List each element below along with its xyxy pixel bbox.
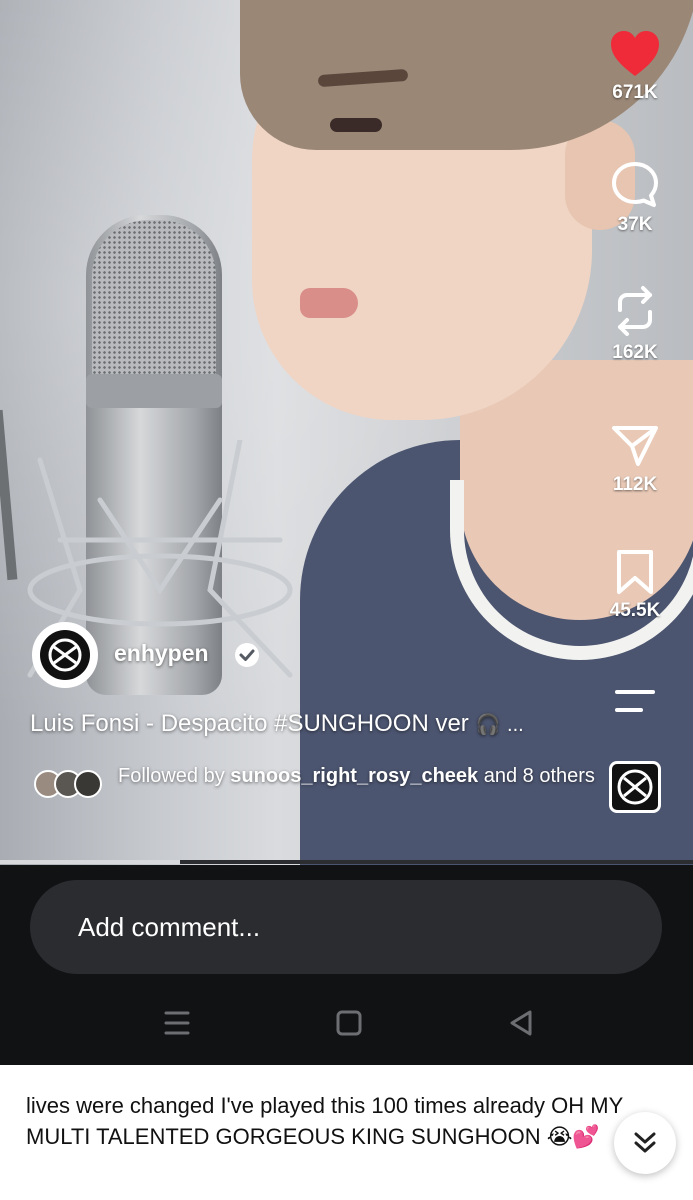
more-button[interactable] xyxy=(590,688,680,714)
caption-text: Luis Fonsi - Despacito #SUNGHOON ver xyxy=(30,710,469,737)
double-chevron-down-icon xyxy=(634,1132,656,1153)
send-icon xyxy=(612,426,658,466)
share-count: 112K xyxy=(612,474,658,495)
followed-by-text[interactable]: Followed by sunoos_right_rosy_cheek and … xyxy=(118,762,598,790)
microphone-ring xyxy=(86,374,222,408)
verified-badge-icon xyxy=(235,643,259,667)
bookmark-icon xyxy=(617,550,653,594)
square-icon[interactable] xyxy=(335,1008,363,1038)
person-eye xyxy=(330,118,382,132)
follower-avatar xyxy=(74,770,102,798)
comment-placeholder: Add comment... xyxy=(78,912,261,942)
headphones-icon: 🎧 xyxy=(475,714,501,736)
like-button[interactable]: 671K xyxy=(590,30,680,104)
follower-avatars xyxy=(34,770,114,800)
caption-more[interactable]: ... xyxy=(507,714,524,736)
comment-icon xyxy=(612,162,658,207)
menu-lines-icon[interactable] xyxy=(162,1008,192,1038)
like-count: 671K xyxy=(612,82,658,103)
save-button[interactable]: 45.5K xyxy=(590,548,680,622)
enhypen-logo-icon xyxy=(617,769,653,805)
repost-button[interactable]: 162K xyxy=(590,284,680,364)
author-avatar[interactable] xyxy=(32,622,98,688)
triangle-back-icon[interactable] xyxy=(506,1008,536,1038)
comment-button[interactable]: 37K xyxy=(590,160,680,236)
followed-prefix: Followed by xyxy=(118,765,225,787)
video-caption[interactable]: Luis Fonsi - Despacito #SUNGHOON ver 🎧 .… xyxy=(30,710,524,738)
microphone-grill xyxy=(92,220,216,380)
repost-icon xyxy=(618,286,652,336)
author-handle[interactable]: enhypen xyxy=(114,640,209,667)
scroll-down-button[interactable] xyxy=(614,1112,676,1174)
tweet-text: lives were changed I've played this 100 … xyxy=(26,1093,623,1149)
progress-fill xyxy=(0,860,181,864)
share-button[interactable]: 112K xyxy=(590,420,680,496)
repost-count: 162K xyxy=(612,342,658,363)
audio-thumbnail[interactable] xyxy=(609,761,661,813)
heart-icon xyxy=(611,31,659,76)
person-lips xyxy=(300,288,358,318)
comment-count: 37K xyxy=(617,214,653,235)
save-count: 45.5K xyxy=(609,600,661,621)
enhypen-logo-icon xyxy=(48,638,82,672)
followed-user[interactable]: sunoos_right_rosy_cheek xyxy=(230,765,478,787)
menu-icon xyxy=(615,690,655,712)
followed-suffix: and 8 others xyxy=(483,765,595,787)
